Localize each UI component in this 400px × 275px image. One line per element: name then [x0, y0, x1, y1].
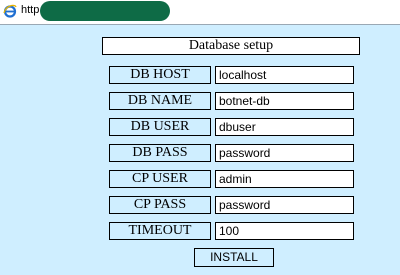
- cp-user-input[interactable]: [215, 170, 354, 188]
- url-redaction: [40, 1, 170, 21]
- db-user-input[interactable]: [215, 118, 354, 136]
- db-host-input[interactable]: [215, 66, 354, 84]
- url-text: http: [21, 4, 40, 16]
- timeout-input[interactable]: [215, 222, 354, 240]
- db-pass-input[interactable]: [215, 144, 354, 162]
- db-user-label: DB USER: [109, 118, 211, 136]
- form-title: Database setup: [102, 37, 360, 55]
- internet-explorer-icon: [3, 4, 17, 18]
- db-name-label: DB NAME: [109, 92, 211, 110]
- cp-user-label: CP USER: [109, 170, 211, 188]
- db-host-label: DB HOST: [109, 66, 211, 84]
- install-button[interactable]: INSTALL: [194, 248, 274, 267]
- cp-pass-label: CP PASS: [109, 196, 211, 214]
- address-bar[interactable]: http: [0, 0, 400, 25]
- db-name-input[interactable]: [215, 92, 354, 110]
- db-pass-label: DB PASS: [109, 144, 211, 162]
- timeout-label: TIMEOUT: [109, 222, 211, 240]
- cp-pass-input[interactable]: [215, 196, 354, 214]
